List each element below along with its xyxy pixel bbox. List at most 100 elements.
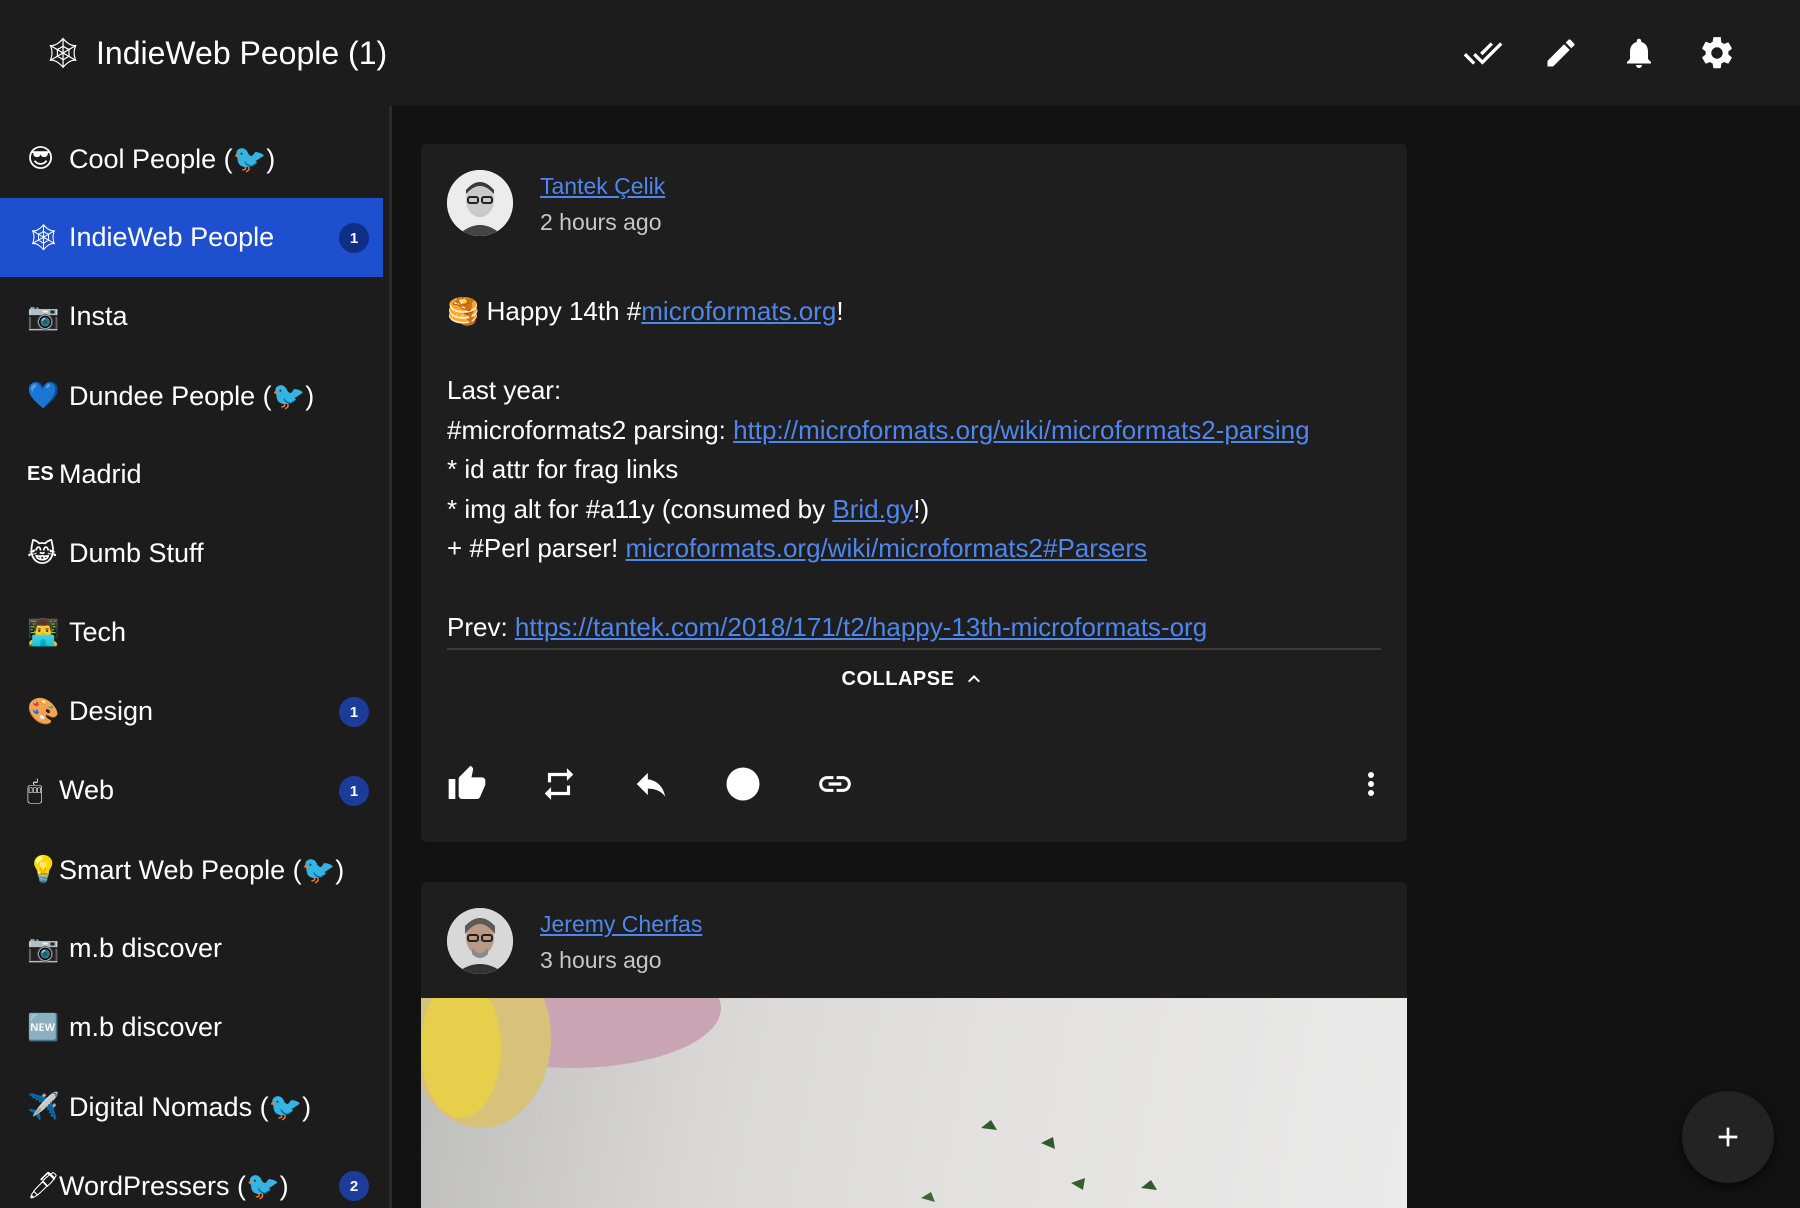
timeline: Tantek Çelik 2 hours ago 🥞 Happy 14th #m… (395, 106, 1800, 1208)
sidebar-channel-item[interactable]: 💙 Dundee People (🐦) (0, 356, 383, 435)
food-photo-image (421, 998, 1157, 1202)
post-link[interactable]: microformats.org (641, 296, 836, 326)
sidebar-channel-item[interactable]: 🎨 Design 1 (0, 672, 383, 751)
channel-label: Smart Web People (🐦) (59, 854, 345, 885)
post-line: Last year: (447, 375, 562, 405)
circle-icon (726, 767, 760, 801)
collapse-button[interactable]: COLLAPSE (421, 667, 1407, 691)
post-author: Tantek Çelik 2 hours ago (447, 170, 665, 236)
plus-icon (1718, 1127, 1738, 1147)
post-author: Jeremy Cherfas 3 hours ago (447, 908, 702, 974)
sidebar-channel-item[interactable]: 😹 Dumb Stuff (0, 514, 383, 593)
avatar-image-icon (447, 170, 513, 236)
channel-label: Dundee People (🐦) (69, 380, 315, 411)
channel-emoji-icon: 🖱 (27, 774, 43, 805)
channel-emoji-icon: 🆕 (27, 1012, 60, 1042)
gear-icon (1702, 37, 1732, 69)
post-line: * id attr for frag links (447, 454, 679, 484)
sidebar-channel-item[interactable]: 📷 Insta (0, 277, 383, 356)
repost-button[interactable] (531, 749, 587, 819)
post-meta: Tantek Çelik 2 hours ago (540, 170, 665, 236)
unread-count-badge: 2 (339, 1171, 369, 1201)
post-content: 🥞 Happy 14th #microformats.org! Last yea… (447, 292, 1381, 650)
channel-emoji-icon: 💡 (27, 854, 60, 884)
channel-emoji-icon: 🎨 (27, 696, 60, 726)
post-meta: Jeremy Cherfas 3 hours ago (540, 908, 702, 974)
thumbs-up-icon (448, 765, 486, 799)
channel-label: Cool People (🐦) (69, 143, 276, 174)
author-avatar[interactable] (447, 908, 513, 974)
channel-label: WordPressers (🐦) (59, 1170, 289, 1201)
permalink-button[interactable] (807, 749, 863, 819)
channel-emoji-icon: 😎 (27, 143, 55, 173)
unread-count-badge: 1 (339, 223, 369, 253)
post-text: ! (836, 296, 844, 326)
avatar-image-icon (447, 908, 513, 974)
compose-button[interactable] (1522, 14, 1600, 92)
sidebar-channel-item[interactable]: 📷 m.b discover (0, 909, 383, 988)
channel-label: m.b discover (69, 1012, 223, 1042)
channel-emoji-icon: 🖊 (27, 1170, 61, 1200)
bell-icon (1627, 38, 1651, 68)
channel-emoji-icon: 👨‍💻 (27, 617, 60, 647)
channel-label: Madrid (59, 459, 142, 489)
settings-button[interactable] (1678, 14, 1756, 92)
post-text: * img alt for #a11y (consumed by (447, 493, 833, 524)
channel-label: IndieWeb People (69, 222, 275, 252)
post-line: * img alt for #a11y (consumed by Brid.gy… (447, 490, 1381, 530)
sidebar-channel-item[interactable]: 🕸 IndieWeb People 1 (0, 198, 383, 277)
notifications-button[interactable] (1600, 14, 1678, 92)
channel-emoji-icon: ✈️ (27, 1091, 60, 1121)
post-link[interactable]: microformats.org/wiki/microformats2#Pars… (625, 533, 1147, 563)
channel-emoji-icon: 📷 (27, 301, 60, 331)
channel-label: Insta (69, 301, 128, 331)
post-timestamp: 3 hours ago (540, 947, 662, 973)
channel-emoji-icon: 📷 (27, 933, 60, 963)
channel-list: 😎 Cool People (🐦) 🕸 IndieWeb People 1 📷 Insta 💙… (0, 106, 389, 1208)
channel-label: Dumb Stuff (69, 538, 204, 568)
channel-emoji-icon: 😹 (27, 538, 58, 568)
appbar-actions (1444, 0, 1800, 106)
sidebar-channel-item[interactable]: 👨‍💻 Tech (0, 593, 383, 672)
post-link[interactable]: http://microformats.org/wiki/microformat… (733, 415, 1309, 445)
author-name-link[interactable]: Jeremy Cherfas (540, 911, 702, 937)
author-avatar[interactable] (447, 170, 513, 236)
link-icon (819, 776, 851, 792)
channel-label: m.b discover (69, 933, 223, 963)
post-photo[interactable] (421, 998, 1407, 1208)
more-options-button[interactable] (1343, 749, 1399, 819)
sidebar-channel-item[interactable]: 🖱 Web 1 (0, 751, 383, 830)
post-line: #microformats2 parsing: http://microform… (447, 411, 1381, 451)
add-channel-button[interactable] (1682, 1091, 1774, 1183)
channel-emoji-icon: 🕸 (27, 222, 61, 252)
mark-all-read-button[interactable] (1444, 14, 1522, 92)
channel-label: Tech (69, 617, 127, 647)
channel-logo-icon: 🕸 (44, 36, 83, 70)
chevron-up-icon (968, 675, 981, 683)
post-text: Prev: (447, 612, 515, 642)
post-text: !) (913, 493, 930, 524)
sidebar-channel-item[interactable]: 💡 Smart Web People (🐦) (0, 830, 383, 909)
reply-icon (636, 772, 666, 797)
author-name-link[interactable]: Tantek Çelik (540, 173, 665, 199)
channel-emoji-icon: ES (27, 463, 54, 485)
like-button[interactable] (439, 749, 495, 819)
post-actions (439, 749, 1389, 819)
post-link[interactable]: Brid.gy (832, 494, 913, 524)
app-bar: 🕸 IndieWeb People (1) (0, 0, 1800, 106)
post-card: Tantek Çelik 2 hours ago 🥞 Happy 14th #m… (421, 144, 1407, 842)
post-line: + #Perl parser! microformats.org/wiki/mi… (447, 529, 1381, 569)
post-line: 🥞 Happy 14th #microformats.org! (447, 292, 1381, 332)
sidebar-channel-item[interactable]: 😎 Cool People (🐦) (0, 119, 383, 198)
mark-read-button[interactable] (715, 749, 771, 819)
channel-label: Digital Nomads (🐦) (69, 1091, 312, 1122)
sidebar-channel-item[interactable]: 🖊 WordPressers (🐦) 2 (0, 1146, 383, 1208)
sidebar-channel-item[interactable]: ✈️ Digital Nomads (🐦) (0, 1067, 383, 1146)
sidebar-channel-item[interactable]: ES Madrid (0, 435, 383, 514)
post-link[interactable]: https://tantek.com/2018/171/t2/happy-13t… (515, 612, 1207, 642)
channel-sidebar: 😎 Cool People (🐦) 🕸 IndieWeb People 1 📷 Insta 💙… (0, 106, 392, 1208)
reply-button[interactable] (623, 749, 679, 819)
more-vertical-icon (1368, 772, 1374, 796)
sidebar-channel-item[interactable]: 🆕 m.b discover (0, 988, 383, 1067)
post-timestamp: 2 hours ago (540, 209, 662, 235)
